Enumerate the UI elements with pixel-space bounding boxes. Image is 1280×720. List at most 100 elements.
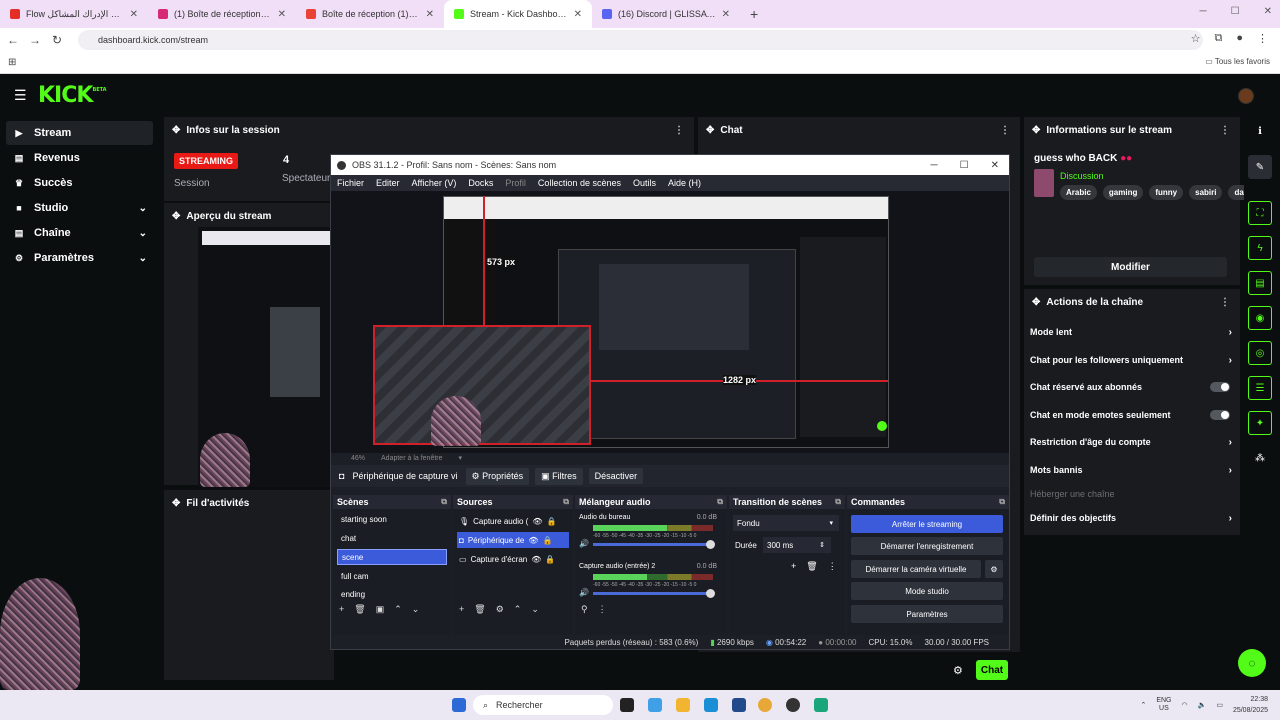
browser-tab[interactable]: Boîte de réception (1) - elasrir ✕ — [296, 0, 444, 28]
zoom-dropdown-icon[interactable]: ▾ — [459, 454, 463, 462]
sidebar-item-succes[interactable]: ♛ Succès — [6, 171, 153, 195]
hamburger-menu-icon[interactable]: ☰ — [14, 87, 27, 104]
undock-icon[interactable]: ⧉ — [563, 497, 569, 507]
trash-icon[interactable]: 🗑 — [354, 604, 365, 615]
maximize-icon[interactable]: ☐ — [960, 160, 969, 171]
stream-category[interactable]: Discussion — [1060, 171, 1104, 181]
more-options-icon[interactable]: ⋮ — [598, 604, 607, 615]
document-icon[interactable]: ▤ — [1248, 271, 1272, 295]
zoom-level[interactable]: 46% — [351, 455, 365, 462]
close-window-icon[interactable]: ✕ — [991, 160, 999, 171]
menu-profil[interactable]: Profil — [499, 178, 532, 188]
lock-icon[interactable]: 🔒 — [546, 517, 556, 526]
properties-button[interactable]: ⚙ Propriétés — [465, 467, 530, 485]
modify-button[interactable]: Modifier — [1034, 257, 1227, 277]
scene-item-selected[interactable]: scene — [337, 549, 447, 565]
move-down-icon[interactable]: ⌄ — [412, 604, 420, 615]
extensions-icon[interactable]: ⧉ — [1214, 32, 1222, 45]
obs-preview[interactable]: 573 px 1282 px — [331, 191, 1009, 453]
lock-icon[interactable]: 🔒 — [545, 555, 555, 564]
source-item-selected[interactable]: ◘ Périphérique de 👁 🔒 — [457, 532, 569, 548]
action-banned-words[interactable]: Mots bannis › — [1030, 462, 1232, 478]
eye-icon[interactable]: 👁 — [531, 555, 541, 564]
new-tab-icon[interactable]: + — [740, 6, 768, 22]
start-virtual-camera-button[interactable]: Démarrer la caméra virtuelle — [851, 560, 981, 578]
virtual-camera-settings-icon[interactable]: ⚙ — [985, 560, 1003, 578]
settings-button[interactable]: Paramètres — [851, 605, 1003, 623]
kick-logo[interactable]: KICKBETA — [38, 83, 107, 108]
trash-icon[interactable]: 🗑 — [806, 561, 817, 572]
tag[interactable]: funny — [1149, 185, 1184, 200]
close-tab-icon[interactable]: ✕ — [426, 9, 434, 20]
drag-handle-icon[interactable]: ✥ — [1032, 297, 1040, 308]
menu-icon[interactable]: ⋮ — [1257, 32, 1268, 45]
drag-handle-icon[interactable]: ✥ — [172, 125, 180, 136]
more-options-icon[interactable]: ⋮ — [1220, 297, 1230, 308]
wrench-icon[interactable]: ✦ — [1248, 411, 1272, 435]
chat-send-button[interactable]: Chat — [976, 660, 1008, 680]
start-recording-button[interactable]: Démarrer l'enregistrement — [851, 537, 1003, 555]
sidebar-item-studio[interactable]: ■ Studio ⌄ — [6, 196, 153, 220]
disable-button[interactable]: Désactiver — [588, 468, 644, 484]
undock-icon[interactable]: ⧉ — [999, 497, 1005, 507]
task-view-icon[interactable] — [620, 698, 634, 712]
drag-handle-icon[interactable]: ✥ — [706, 125, 714, 136]
fit-window[interactable]: Adapter à la fenêtre — [381, 455, 443, 462]
drag-handle-icon[interactable]: ✥ — [172, 211, 180, 222]
reload-icon[interactable]: ↻ — [48, 33, 66, 47]
sidebar-item-parametres[interactable]: ⚙ Paramètres ⌄ — [6, 246, 153, 270]
menu-docks[interactable]: Docks — [462, 178, 499, 188]
chat-settings-gear-icon[interactable]: ⚙ — [953, 664, 963, 677]
lock-icon[interactable]: 🔒 — [542, 536, 552, 545]
more-options-icon[interactable]: ⋮ — [1000, 125, 1010, 136]
action-age-restriction[interactable]: Restriction d'âge du compte › — [1030, 434, 1232, 450]
more-options-icon[interactable]: ⋮ — [828, 561, 837, 572]
connections-icon[interactable]: ⁂ — [1248, 446, 1272, 470]
gear-icon[interactable]: ⚙ — [496, 604, 504, 615]
menu-outils[interactable]: Outils — [627, 178, 662, 188]
tray-chevron-icon[interactable]: ⌃ — [1140, 701, 1146, 709]
menu-aide[interactable]: Aide (H) — [662, 178, 707, 188]
undock-icon[interactable]: ⧉ — [717, 497, 723, 507]
back-icon[interactable]: ← — [4, 33, 22, 47]
menu-fichier[interactable]: Fichier — [331, 178, 370, 188]
browser-tab[interactable]: Flow العلامة الإدراك المشاكل ✕ — [0, 0, 148, 28]
stop-streaming-button[interactable]: Arrêter le streaming — [851, 515, 1003, 533]
speaker-icon[interactable]: 🔊 — [579, 588, 589, 597]
close-tab-icon[interactable]: ✕ — [574, 9, 582, 20]
volume-slider[interactable] — [593, 540, 715, 549]
menu-collection[interactable]: Collection de scènes — [532, 178, 627, 188]
store-icon[interactable] — [732, 698, 746, 712]
browser-tab-active[interactable]: Stream - Kick Dashboard ✕ — [444, 0, 592, 28]
user-avatar[interactable] — [1238, 88, 1254, 104]
close-tab-icon[interactable]: ✕ — [722, 9, 730, 20]
copilot-icon[interactable] — [648, 698, 662, 712]
scene-item[interactable]: starting soon — [337, 511, 447, 527]
url-field[interactable]: dashboard.kick.com/stream — [78, 30, 1203, 50]
filters-button[interactable]: ▣ Filtres — [535, 467, 583, 485]
subscribers-only-toggle[interactable] — [1210, 382, 1230, 392]
move-up-icon[interactable]: ⌃ — [514, 604, 522, 615]
chat-bubble-icon[interactable]: ◉ — [1248, 306, 1272, 330]
more-options-icon[interactable]: ⋮ — [674, 125, 684, 136]
close-tab-icon[interactable]: ✕ — [130, 9, 138, 20]
obs-taskbar-icon[interactable] — [786, 698, 800, 712]
transition-select[interactable]: Fondu ▾ — [733, 515, 839, 531]
source-item[interactable]: ▭ Capture d'écran 👁 🔒 — [457, 551, 569, 567]
apps-grid-icon[interactable]: ⊞ — [8, 57, 16, 68]
help-support-icon[interactable]: ◌ — [1238, 649, 1266, 677]
pencil-icon[interactable]: ✎ — [1248, 155, 1272, 179]
undock-icon[interactable]: ⧉ — [441, 497, 447, 507]
scene-item[interactable]: ending — [337, 586, 447, 602]
trash-icon[interactable]: 🗑 — [474, 604, 485, 615]
move-down-icon[interactable]: ⌄ — [531, 604, 539, 615]
tag[interactable]: sabiri — [1189, 185, 1223, 200]
edge-icon[interactable] — [704, 698, 718, 712]
broadcast-icon[interactable]: ◎ — [1248, 341, 1272, 365]
volume-icon[interactable]: 🔈 — [1198, 701, 1207, 709]
add-icon[interactable]: + — [791, 561, 796, 572]
action-set-goals[interactable]: Définir des objectifs › — [1030, 510, 1232, 526]
clock[interactable]: 22:38 25/08/2025 — [1233, 694, 1268, 716]
profile-icon[interactable]: ● — [1236, 32, 1243, 45]
lightning-icon[interactable]: ϟ — [1248, 236, 1272, 260]
